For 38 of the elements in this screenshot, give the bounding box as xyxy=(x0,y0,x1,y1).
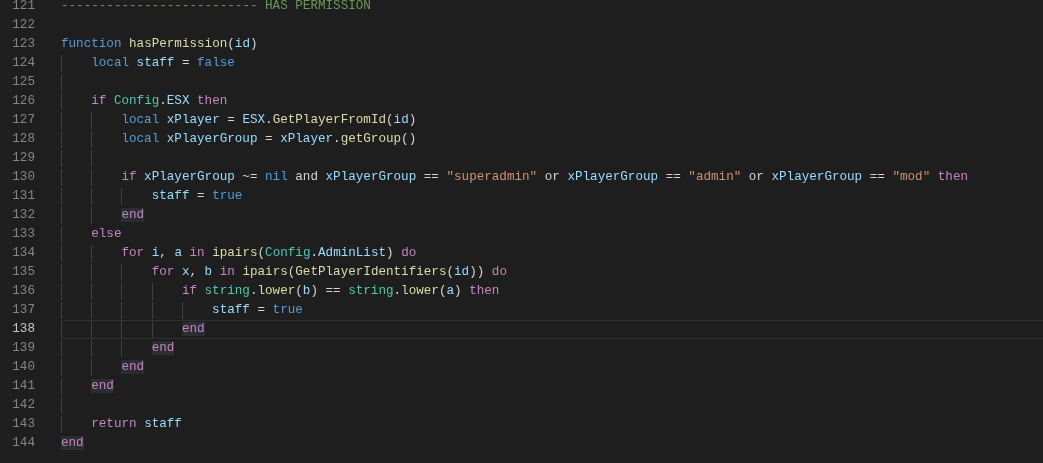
line-number: 132 xyxy=(11,207,35,224)
line-number: 134 xyxy=(11,245,35,262)
code-line: for x, b in ipairs(GetPlayerIdentifiers(id)) do xyxy=(151,264,507,281)
line-number: 137 xyxy=(11,302,35,319)
code-line: staff = true xyxy=(151,188,243,205)
line-number: 123 xyxy=(11,36,35,53)
line-number: 122 xyxy=(11,17,35,34)
code-line: -------------------------- HAS PERMISSION xyxy=(61,0,371,15)
line-number: 143 xyxy=(11,416,35,433)
line-number: 139 xyxy=(11,340,35,357)
line-number: 133 xyxy=(11,226,35,243)
line-number: 128 xyxy=(11,131,35,148)
code-line: for i, a in ipairs(Config.AdminList) do xyxy=(121,245,417,262)
code-line: function hasPermission(id) xyxy=(61,36,258,53)
line-number: 144 xyxy=(11,435,35,452)
line-number: 136 xyxy=(11,283,35,300)
code-line: local xPlayer = ESX.GetPlayerFromId(id) xyxy=(121,112,417,129)
line-number: 129 xyxy=(11,150,35,167)
line-number: 130 xyxy=(11,169,35,186)
code-line: if Config.ESX then xyxy=(91,93,228,110)
code-line: local staff = false xyxy=(91,55,235,72)
line-number: 141 xyxy=(11,378,35,395)
line-number: 131 xyxy=(11,188,35,205)
code-line: else xyxy=(91,226,122,243)
code-line: return staff xyxy=(91,416,182,433)
line-number: 138 xyxy=(11,321,35,338)
line-number: 135 xyxy=(11,264,35,281)
code-line: staff = true xyxy=(212,302,303,319)
line-number: 121 xyxy=(11,0,35,15)
line-number: 126 xyxy=(11,93,35,110)
code-line: if string.lower(b) == string.lower(a) then xyxy=(181,283,500,300)
line-number: 125 xyxy=(11,74,35,91)
code-line: local xPlayerGroup = xPlayer.getGroup() xyxy=(121,131,417,148)
code-line: if xPlayerGroup ~= nil and xPlayerGroup == "superadmin" or xPlayerGroup == "admin" or xPlayerGroup == "mod" then xyxy=(121,169,968,186)
line-number: 142 xyxy=(11,397,35,414)
line-number: 140 xyxy=(11,359,35,376)
line-number: 124 xyxy=(11,55,35,72)
line-number: 127 xyxy=(11,112,35,129)
